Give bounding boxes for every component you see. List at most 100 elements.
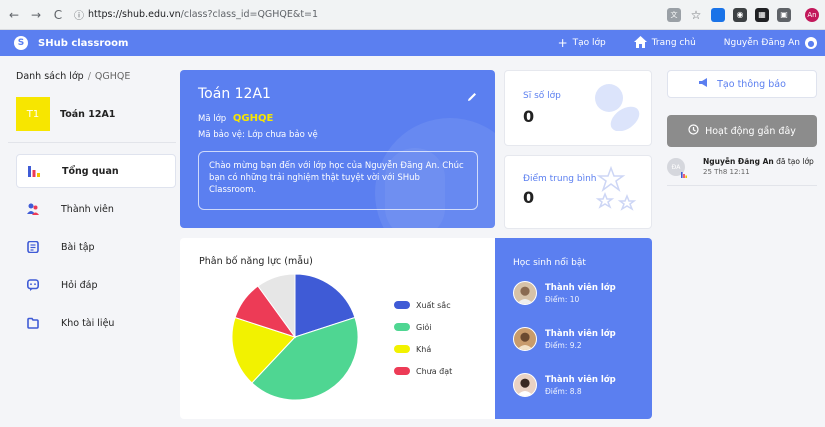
back-icon[interactable]: ← — [6, 7, 22, 23]
activity-feed-item[interactable]: ĐA Nguyễn Đăng An đã tạo lớp 25 Th8 12:1… — [667, 156, 817, 186]
sidebar-item-assignments[interactable]: Bài tập — [16, 230, 176, 264]
activity-time: 25 Th8 12:11 — [703, 168, 750, 176]
plus-icon: + — [557, 36, 568, 50]
class-avatar: T1 — [16, 97, 50, 131]
extension-icon[interactable]: ▦ — [755, 7, 769, 22]
chart-legend: Xuất sắc Giỏi Khá Chưa đạt — [394, 294, 452, 382]
home-icon — [633, 35, 647, 51]
sidebar-item-label: Thành viên — [61, 203, 114, 215]
activity-avatar: ĐA — [667, 158, 687, 178]
bar-chart-icon — [28, 165, 40, 177]
student-name: Thành viên lớp — [545, 374, 616, 385]
student-score: Điểm: 10 — [545, 294, 580, 304]
sidebar-item-label: Bài tập — [61, 241, 95, 253]
class-title: Toán 12A1 — [198, 86, 271, 102]
create-class-button[interactable]: + Tạo lớp — [558, 36, 606, 50]
extension-icon[interactable] — [711, 7, 725, 22]
pie-chart — [231, 273, 359, 401]
student-avatar — [513, 281, 537, 305]
class-info-card: Toán 12A1 Mã lớp QGHQE Mã bảo vệ: Lớp ch… — [180, 70, 495, 228]
protection-code: Mã bảo vệ: Lớp chưa bảo vệ — [198, 130, 318, 140]
sidebar-item-overview[interactable]: Tổng quan — [16, 154, 176, 188]
info-icon[interactable]: ⓘ — [74, 7, 84, 22]
edit-icon[interactable] — [467, 92, 477, 105]
url-host: https://shub.edu.vn — [88, 9, 181, 20]
class-size-label: Sĩ số lớp — [523, 91, 561, 101]
translate-icon[interactable]: 文 — [667, 7, 681, 22]
breadcrumb-separator: / — [87, 71, 91, 82]
logo-icon[interactable]: S — [14, 36, 28, 50]
history-icon — [688, 124, 699, 138]
class-size-card: Sĩ số lớp 0 — [504, 70, 652, 146]
average-score-value: 0 — [523, 188, 535, 207]
users-icon — [27, 203, 39, 215]
url-path: /class?class_id=QGHQE&t=1 — [180, 9, 319, 20]
top-student-item[interactable]: Thành viên lớp Điểm: 8.8 — [513, 373, 616, 397]
home-link[interactable]: Trang chủ — [633, 35, 696, 51]
sidebar-item-label: Hỏi đáp — [61, 279, 98, 291]
extension-icon[interactable]: ◉ — [733, 7, 747, 22]
brand-name[interactable]: SHub classroom — [38, 38, 128, 49]
sidebar-item-label: Kho tài liệu — [61, 317, 115, 329]
legend-swatch — [394, 367, 410, 375]
sidebar-item-qa[interactable]: Hỏi đáp — [16, 268, 176, 302]
legend-swatch — [394, 345, 410, 353]
profile-avatar[interactable]: An — [805, 7, 819, 22]
welcome-message: Chào mừng bạn đến với lớp học của Nguyễn… — [198, 151, 478, 210]
class-code-label: Mã lớp — [198, 114, 227, 124]
class-code-value: QGHQE — [232, 113, 274, 124]
class-name: Toán 12A1 — [60, 109, 116, 120]
class-code: Mã lớp QGHQE — [198, 113, 273, 124]
legend-item: Khá — [394, 338, 452, 360]
recent-activity-button[interactable]: Hoạt động gần đây — [667, 115, 817, 147]
reload-icon[interactable]: C — [50, 7, 66, 23]
chart-title: Phân bố năng lực (mẫu) — [199, 256, 313, 267]
sidebar-menu: Tổng quan Thành viên Bài tập Hỏi đáp Kho… — [16, 154, 176, 344]
average-score-label: Điểm trung bình — [523, 174, 597, 184]
sidebar-item-members[interactable]: Thành viên — [16, 192, 176, 226]
app-header: S SHub classroom + Tạo lớp Trang chủ Ngu… — [0, 30, 825, 56]
extension-icon[interactable]: ▣ — [777, 7, 791, 22]
people-illustration-icon — [595, 84, 640, 131]
home-label: Trang chủ — [651, 38, 696, 48]
user-icon: ● — [805, 37, 817, 49]
megaphone-icon — [698, 77, 709, 91]
activity-actor: Nguyễn Đăng An — [703, 157, 774, 166]
folder-icon — [27, 317, 39, 329]
legend-label: Chưa đạt — [416, 366, 453, 376]
create-class-label: Tạo lớp — [572, 38, 606, 48]
legend-label: Khá — [416, 344, 432, 354]
legend-item: Xuất sắc — [394, 294, 452, 316]
address-bar[interactable]: ⓘ https://shub.edu.vn /class?class_id=QG… — [74, 4, 651, 26]
browser-toolbar: ← → C ⓘ https://shub.edu.vn /class?class… — [0, 0, 825, 168]
ability-distribution-card: Phân bố năng lực (mẫu) Xuất sắc Giỏi Khá… — [180, 238, 652, 419]
student-name: Thành viên lớp — [545, 282, 616, 293]
activity-avatar-initials: ĐA — [671, 163, 681, 171]
top-students-panel: Học sinh nổi bật Thành viên lớp Điểm: 10… — [495, 238, 652, 419]
legend-label: Xuất sắc — [416, 300, 451, 310]
top-student-item[interactable]: Thành viên lớp Điểm: 10 — [513, 281, 616, 305]
user-menu[interactable]: Nguyễn Đăng An ● — [724, 37, 817, 49]
forward-icon[interactable]: → — [28, 7, 44, 23]
legend-swatch — [394, 301, 410, 309]
breadcrumb-class-list[interactable]: Danh sách lớp — [16, 71, 84, 82]
chat-icon — [27, 279, 39, 291]
legend-item: Chưa đạt — [394, 360, 452, 382]
sidebar-item-label: Tổng quan — [62, 165, 119, 177]
legend-label: Giỏi — [416, 322, 432, 332]
user-name: Nguyễn Đăng An — [723, 38, 800, 48]
assignment-icon — [27, 241, 39, 253]
class-size-value: 0 — [523, 107, 535, 126]
create-announcement-button[interactable]: Tạo thông báo — [667, 70, 817, 98]
stars-icon — [595, 166, 637, 211]
student-avatar — [513, 327, 537, 351]
activity-text: Nguyễn Đăng An đã tạo lớp — [703, 156, 814, 167]
legend-item: Giỏi — [394, 316, 452, 338]
breadcrumb: Danh sách lớp / QGHQE — [16, 71, 130, 82]
divider — [8, 142, 176, 143]
bookmark-star-icon[interactable]: ☆ — [689, 8, 703, 22]
extensions-area: 文 ☆ ◉ ▦ ▣ An ⋮ — [98, 7, 819, 168]
student-score: Điểm: 8.8 — [545, 386, 582, 396]
sidebar-item-documents[interactable]: Kho tài liệu — [16, 306, 176, 340]
top-student-item[interactable]: Thành viên lớp Điểm: 9.2 — [513, 327, 616, 351]
